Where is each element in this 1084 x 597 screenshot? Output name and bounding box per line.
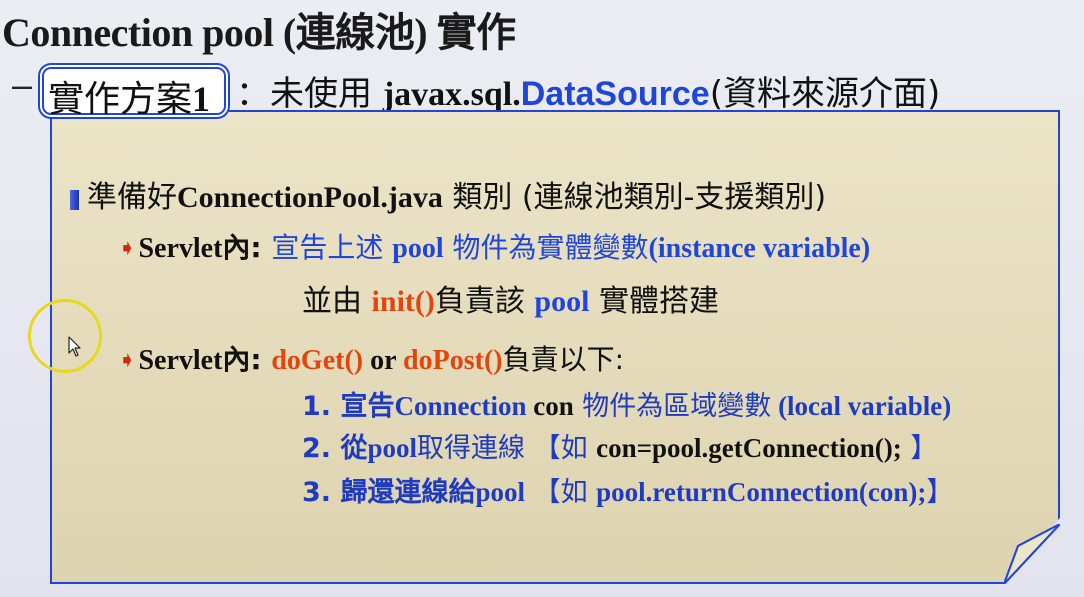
plan-number: 1 — [192, 79, 211, 119]
subtitle-datasource: DataSource — [520, 75, 710, 113]
step2-text-c: 取得連線 【如 — [416, 433, 597, 464]
cursor-highlight-ring — [28, 299, 102, 373]
line2-label-cjk: 內: — [222, 231, 272, 264]
line4-doget: doGet() — [271, 345, 364, 376]
line2-text-a: 宣告上述 — [271, 231, 393, 264]
red-arrow-icon: ➧ — [118, 236, 137, 261]
line3-pool: pool — [534, 285, 590, 318]
line3-init: init() — [371, 285, 435, 318]
point-init-build: 並由 init()負責該 pool 實體搭建 — [302, 276, 719, 320]
point-prepare-class: 準備好ConnectionPool.java 類別 (連線池類別-支援類別) — [70, 172, 826, 216]
plan-subtitle: ：未使用 javax.sql.DataSource(資料來源介面) — [236, 66, 940, 115]
line1-text-a: 準備好 — [87, 180, 177, 215]
step3-bracket-close: 】 — [926, 477, 954, 508]
step1-text-d: 物件為區域變數 — [573, 391, 772, 422]
line4-label-cjk: 內: — [222, 343, 272, 376]
line2-label: Servlet — [138, 233, 223, 264]
mouse-cursor-icon — [68, 336, 81, 357]
line2-text-c: 物件為實體變數 — [443, 231, 649, 264]
step2-pool: pool — [367, 433, 417, 463]
line1-text-c: 類別 (連線池類別-支援類別) — [442, 180, 827, 215]
line2-pool: pool — [392, 233, 444, 264]
line4-text-d: 負責以下: — [502, 343, 625, 376]
step-1: 1. 宣告Connection con 物件為區域變數 (local varia… — [302, 384, 951, 423]
line3-text-c: 負責該 — [434, 284, 535, 319]
step1-local-variable: (local variable) — [771, 391, 952, 421]
step1-text-a: 1. 宣告 — [302, 391, 395, 422]
square-bullet-icon — [70, 190, 79, 210]
step2-text-a: 2. 從 — [302, 433, 368, 464]
step3-text-c: 【如 — [524, 477, 597, 508]
step-3: 3. 歸還連線給pool 【如 pool.returnConnection(co… — [302, 470, 953, 509]
line2-instance-variable: (instance variable) — [648, 233, 871, 264]
line4-dopost: doPost() — [403, 345, 503, 376]
step1-connection: Connection — [394, 391, 527, 421]
slide-title: Connection pool (連線池) 實作 — [2, 10, 516, 55]
step3-pool: pool — [475, 477, 525, 507]
step-2: 2. 從pool取得連線 【如 con=pool.getConnection()… — [302, 426, 937, 465]
step2-get-connection: con=pool.getConnection(); — [596, 433, 902, 463]
subtitle-prefix: ：未使用 — [236, 74, 383, 114]
step1-con: con — [526, 391, 574, 421]
line4-or: or — [363, 345, 404, 376]
step3-text-a: 3. 歸還連線給 — [302, 477, 476, 508]
plan-label-text: 實作方案 — [48, 79, 193, 120]
plan-label: 實作方案1 — [48, 70, 210, 122]
point-servlet-doget: ➧Servlet內: doGet() or doPost()負責以下: — [118, 338, 624, 378]
subtitle-code: javax.sql. — [382, 76, 521, 113]
red-arrow-icon: ➧ — [118, 348, 137, 373]
step3-return-connection: pool.returnConnection(con); — [596, 477, 927, 507]
page-fold-corner — [1004, 524, 1060, 584]
point-servlet-instance: ➧Servlet內: 宣告上述 pool 物件為實體變數(instance va… — [118, 226, 870, 266]
line3-text-a: 並由 — [302, 284, 372, 319]
line1-class-name: ConnectionPool.java — [177, 181, 443, 214]
heading-dash: – — [12, 64, 33, 105]
subtitle-suffix: (資料來源介面) — [709, 74, 941, 114]
step2-bracket-close: 】 — [901, 433, 938, 464]
line3-text-e: 實體搭建 — [589, 284, 719, 319]
line4-label: Servlet — [138, 345, 223, 376]
